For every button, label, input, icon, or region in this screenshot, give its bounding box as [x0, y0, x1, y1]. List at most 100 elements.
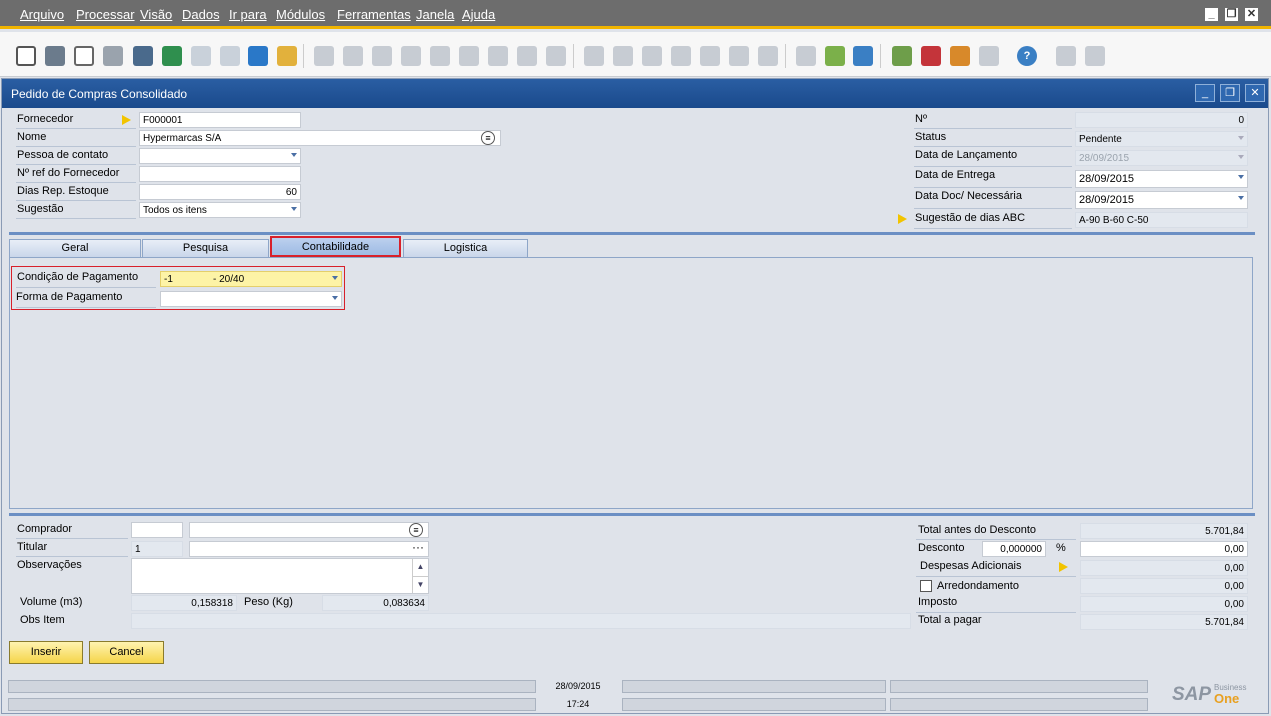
drag-relate-icon[interactable] — [1056, 46, 1076, 66]
payment-icon[interactable] — [671, 46, 691, 66]
entrega-field[interactable]: 28/09/2015 — [1075, 170, 1248, 188]
menu-ferramentas[interactable]: Ferramentas — [337, 7, 411, 22]
window-minimize-icon[interactable]: _ — [1195, 84, 1215, 102]
menu-modulos[interactable]: Módulos — [276, 7, 325, 22]
fornecedor-field[interactable]: F000001 — [139, 112, 301, 128]
preview-icon[interactable] — [16, 46, 36, 66]
scroll-down-icon[interactable]: ▼ — [412, 576, 428, 593]
list-icon[interactable]: ≡ — [481, 131, 495, 145]
volume-field: 0,158318 — [131, 595, 237, 611]
help-icon[interactable]: ? — [1017, 46, 1037, 66]
tab-contabilidade[interactable]: Contabilidade — [270, 236, 401, 257]
link-arrow-icon[interactable] — [1059, 562, 1068, 572]
new-doc-icon[interactable] — [825, 46, 845, 66]
nome-label: Nome — [17, 131, 47, 143]
window-close-icon[interactable]: ✕ — [1245, 84, 1265, 102]
sugestao-dropdown[interactable]: Todos os itens — [139, 202, 301, 218]
nref-label: Nº ref do Fornecedor — [17, 167, 120, 179]
menu-visao[interactable]: Visão — [140, 7, 172, 22]
menu-janela[interactable]: Janela — [416, 7, 454, 22]
menu-processar[interactable]: Processar — [76, 7, 135, 22]
volume-weight-icon[interactable] — [729, 46, 749, 66]
underline — [916, 612, 1076, 613]
last-record-icon[interactable] — [459, 46, 479, 66]
word-icon[interactable] — [191, 46, 211, 66]
link-arrow-icon[interactable] — [122, 115, 131, 125]
transaction-icon[interactable] — [758, 46, 778, 66]
desconto-pct-field[interactable]: 0,000000 — [982, 541, 1046, 557]
menu-ir-para[interactable]: Ir para — [229, 7, 267, 22]
menu-dados[interactable]: Dados — [182, 7, 220, 22]
app-close-icon[interactable]: ✕ — [1245, 8, 1258, 21]
desconto-field[interactable]: 0,00 — [1080, 541, 1248, 557]
total-antes-label: Total antes do Desconto — [918, 524, 1037, 536]
toolbar-separator — [880, 44, 881, 68]
window-maximize-icon[interactable]: ❐ — [1220, 84, 1240, 102]
app-minimize-icon[interactable]: _ — [1205, 8, 1218, 21]
link-arrow-icon[interactable] — [898, 214, 907, 224]
comprador-code-field[interactable] — [131, 522, 183, 538]
num-field: 0 — [1075, 112, 1248, 128]
app-restore-icon[interactable]: ❐ — [1225, 8, 1238, 21]
nref-field[interactable] — [139, 166, 301, 182]
forma-dropdown[interactable] — [160, 291, 342, 307]
sms-icon[interactable] — [103, 46, 123, 66]
next-record-icon[interactable] — [430, 46, 450, 66]
dias-field[interactable]: 60 — [139, 184, 301, 200]
obs-textarea[interactable]: ▲ ▼ — [131, 558, 429, 594]
underline — [16, 146, 136, 147]
excel-icon[interactable] — [162, 46, 182, 66]
fax-icon[interactable] — [133, 46, 153, 66]
email-icon[interactable] — [74, 46, 94, 66]
menu-arquivo[interactable]: Arquivo — [20, 7, 64, 22]
tab-geral[interactable]: Geral — [9, 239, 141, 257]
contato-dropdown[interactable] — [139, 148, 301, 164]
journal-icon[interactable] — [642, 46, 662, 66]
comprador-field[interactable] — [189, 522, 429, 538]
list-icon[interactable]: ≡ — [409, 523, 423, 537]
arredondamento-checkbox[interactable] — [920, 580, 932, 592]
sort-icon[interactable] — [546, 46, 566, 66]
header-splitter[interactable] — [9, 232, 1255, 235]
checklist-icon[interactable] — [892, 46, 912, 66]
launch-icon[interactable] — [248, 46, 268, 66]
ellipsis-icon[interactable]: ··· — [412, 542, 424, 554]
base-document-icon[interactable] — [584, 46, 604, 66]
settings-icon[interactable] — [853, 46, 873, 66]
find-icon[interactable] — [314, 46, 334, 66]
tab-logistica[interactable]: Logistica — [403, 239, 528, 257]
cancel-button[interactable]: Cancel — [89, 641, 164, 664]
print-icon[interactable] — [45, 46, 65, 66]
total-antes-field: 5.701,84 — [1080, 523, 1248, 539]
target-document-icon[interactable] — [613, 46, 633, 66]
gross-profit-icon[interactable] — [700, 46, 720, 66]
pdf-icon[interactable] — [220, 46, 240, 66]
doc-field[interactable]: 28/09/2015 — [1075, 191, 1248, 209]
purchase-order-window: Pedido de Compras Consolidado _ ❐ ✕ Forn… — [1, 78, 1269, 714]
edit-icon[interactable] — [796, 46, 816, 66]
titular-field[interactable]: ··· — [189, 541, 429, 557]
menu-ajuda[interactable]: Ajuda — [462, 7, 495, 22]
tab-pesquisa[interactable]: Pesquisa — [142, 239, 269, 257]
add-icon[interactable] — [343, 46, 363, 66]
cond-dropdown[interactable]: -1 - 20/40 — [160, 271, 342, 287]
nome-field[interactable]: Hypermarcas S/A — [139, 130, 501, 146]
refresh-icon[interactable] — [488, 46, 508, 66]
sugestao-value: Todos os itens — [143, 205, 207, 216]
status-message — [8, 680, 536, 693]
first-record-icon[interactable] — [372, 46, 392, 66]
underline — [16, 182, 136, 183]
status-value: Pendente — [1079, 134, 1122, 145]
desconto-label: Desconto — [918, 542, 965, 554]
copy-icon[interactable] — [1085, 46, 1105, 66]
footer-splitter[interactable] — [9, 513, 1255, 516]
scroll-up-icon[interactable]: ▲ — [412, 559, 428, 576]
calendar-icon[interactable] — [950, 46, 970, 66]
lock-icon[interactable] — [277, 46, 297, 66]
filter-icon[interactable] — [517, 46, 537, 66]
org-chart-icon[interactable] — [979, 46, 999, 66]
inserir-button[interactable]: Inserir — [9, 641, 83, 664]
status-field — [890, 680, 1148, 693]
previous-record-icon[interactable] — [401, 46, 421, 66]
message-icon[interactable] — [921, 46, 941, 66]
